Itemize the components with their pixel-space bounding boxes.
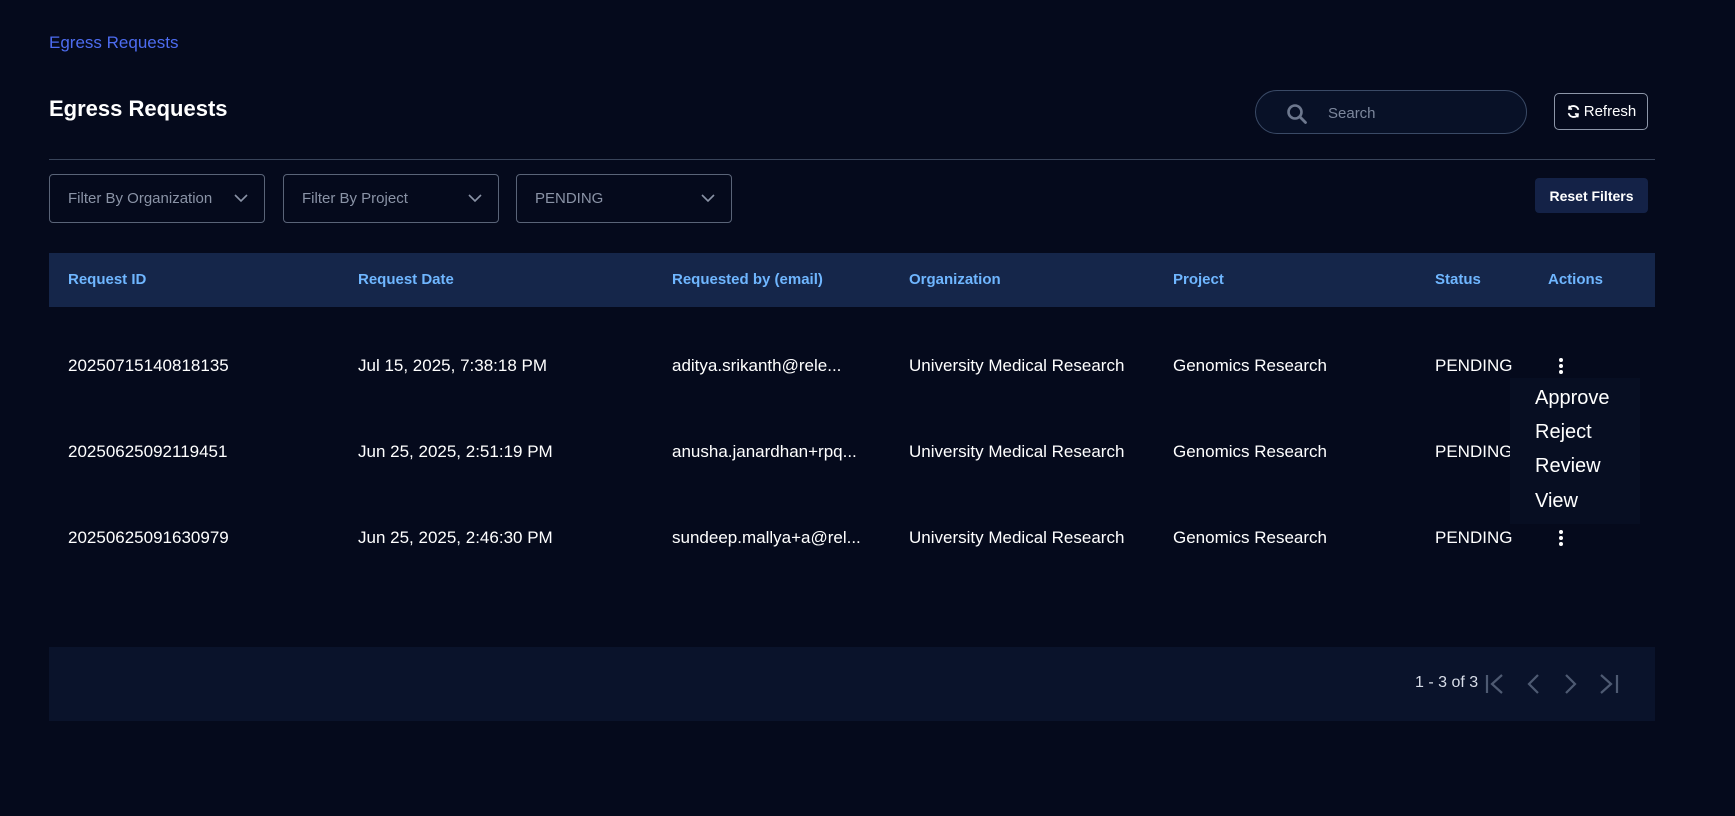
cell-requested-by: sundeep.mallya+a@rel... <box>672 528 861 547</box>
chevron-down-icon <box>701 194 715 203</box>
cell-request-date: Jun 25, 2025, 2:51:19 PM <box>358 442 553 461</box>
search-box[interactable] <box>1255 90 1527 135</box>
breadcrumb-egress-requests[interactable]: Egress Requests <box>49 33 178 53</box>
column-header-status[interactable]: Status <box>1435 253 1481 307</box>
table-header: Request ID Request Date Requested by (em… <box>49 253 1655 307</box>
cell-request-id: 20250715140818135 <box>68 356 229 375</box>
actions-dropdown-menu: Approve Reject Review View <box>1510 378 1640 524</box>
cell-request-id: 20250625091630979 <box>68 528 229 547</box>
cell-requested-by: anusha.janardhan+rpq... <box>672 442 857 461</box>
refresh-button-label: Refresh <box>1583 103 1637 120</box>
table-row[interactable]: 20250625091630979 Jun 25, 2025, 2:46:30 … <box>49 495 1655 581</box>
filter-status-label: PENDING <box>535 190 604 207</box>
table-row[interactable]: 20250625092119451 Jun 25, 2025, 2:51:19 … <box>49 409 1655 495</box>
column-header-organization[interactable]: Organization <box>909 253 1001 307</box>
menu-item-reject[interactable]: Reject <box>1535 421 1592 444</box>
column-header-requested-by[interactable]: Requested by (email) <box>672 253 823 307</box>
previous-page-icon[interactable] <box>1523 673 1547 695</box>
page-title: Egress Requests <box>49 96 228 121</box>
table-row[interactable]: 20250715140818135 Jul 15, 2025, 7:38:18 … <box>49 323 1655 409</box>
chevron-down-icon <box>468 194 482 203</box>
search-icon <box>1287 104 1307 124</box>
table-pagination-footer: 1 - 3 of 3 <box>49 647 1655 721</box>
cell-requested-by: aditya.srikanth@rele... <box>672 356 842 375</box>
column-header-actions: Actions <box>1548 271 1604 288</box>
chevron-down-icon <box>234 194 248 203</box>
search-input[interactable] <box>1326 91 1520 135</box>
cell-status: PENDING <box>1435 528 1513 547</box>
filter-organization-label: Filter By Organization <box>68 190 213 207</box>
cell-project: Genomics Research <box>1173 528 1328 547</box>
reset-filters-button[interactable]: Reset Filters <box>1535 178 1648 213</box>
kebab-menu-icon[interactable] <box>1554 529 1568 547</box>
first-page-icon[interactable] <box>1483 673 1507 695</box>
filter-project-select[interactable]: Filter By Project <box>283 174 499 223</box>
cell-organization: University Medical Research <box>909 442 1125 461</box>
cell-request-date: Jul 15, 2025, 7:38:18 PM <box>358 356 548 375</box>
cell-status: PENDING <box>1435 442 1513 461</box>
cell-organization: University Medical Research <box>909 356 1125 375</box>
next-page-icon[interactable] <box>1558 673 1582 695</box>
filter-status-select[interactable]: PENDING <box>516 174 732 223</box>
menu-item-view[interactable]: View <box>1535 490 1578 513</box>
header-divider <box>49 159 1655 160</box>
refresh-button[interactable]: Refresh <box>1554 93 1648 130</box>
pagination-info: 1 - 3 of 3 <box>1415 674 1479 691</box>
refresh-icon <box>1567 105 1580 118</box>
filter-project-label: Filter By Project <box>302 190 408 207</box>
cell-organization: University Medical Research <box>909 528 1125 547</box>
column-header-request-id[interactable]: Request ID <box>68 253 146 307</box>
kebab-menu-icon[interactable] <box>1554 357 1568 375</box>
last-page-icon[interactable] <box>1597 673 1621 695</box>
menu-item-approve[interactable]: Approve <box>1535 387 1610 410</box>
column-header-project[interactable]: Project <box>1173 253 1224 307</box>
menu-item-review[interactable]: Review <box>1535 455 1601 478</box>
cell-request-date: Jun 25, 2025, 2:46:30 PM <box>358 528 553 547</box>
filter-organization-select[interactable]: Filter By Organization <box>49 174 265 223</box>
cell-status: PENDING <box>1435 356 1513 375</box>
column-header-request-date[interactable]: Request Date <box>358 253 454 307</box>
cell-request-id: 20250625092119451 <box>68 442 228 461</box>
cell-project: Genomics Research <box>1173 356 1328 375</box>
cell-project: Genomics Research <box>1173 442 1328 461</box>
